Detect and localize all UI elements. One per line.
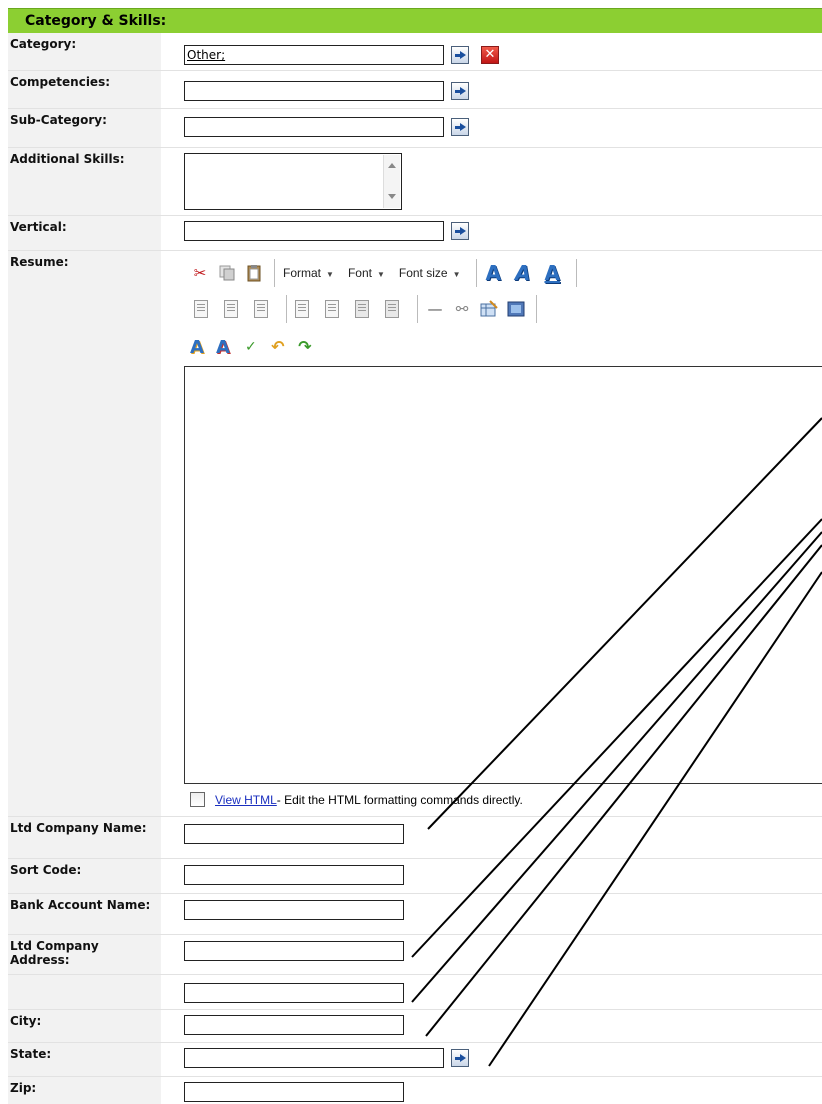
annotation-line <box>411 518 822 958</box>
annotation-lines <box>411 417 822 1067</box>
annotation-line <box>427 417 822 830</box>
annotation-line <box>488 571 822 1067</box>
annotation-line <box>425 544 822 1037</box>
annotation-line <box>411 531 822 1003</box>
